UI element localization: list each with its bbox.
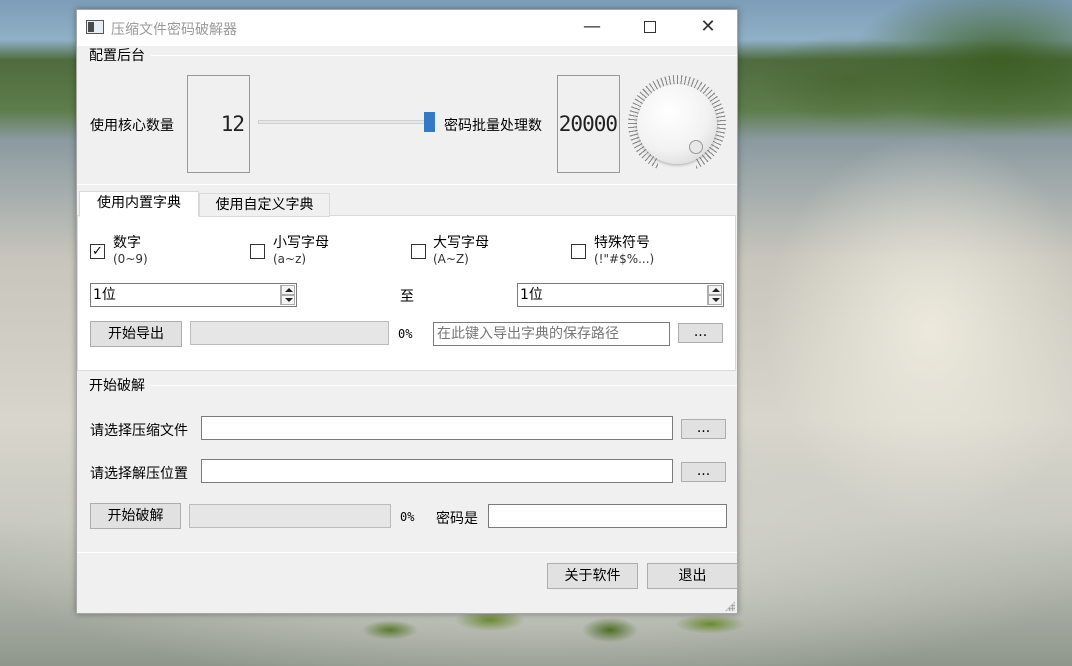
export-progress-text: 0% [398,327,413,341]
config-group-title: 配置后台 [89,48,145,64]
min-length-up-icon[interactable] [281,285,295,295]
digits-label: 数字 [113,235,141,251]
digits-range: (0~9) [113,252,148,266]
max-length-down-icon[interactable] [708,295,722,305]
min-length-down-icon[interactable] [281,295,295,305]
digits-checkbox[interactable]: ✓ [90,244,105,259]
resize-grip-icon[interactable] [725,601,735,611]
check-icon: ✓ [92,244,103,259]
config-group-line [151,55,737,56]
min-length-spinbox[interactable]: 1位 [90,283,297,307]
password-output[interactable] [488,504,727,528]
minimize-button[interactable]: — [563,10,621,46]
close-icon: ✕ [700,16,716,37]
range-to-label: 至 [400,289,414,305]
cores-label: 使用核心数量 [90,118,174,134]
cores-lcd-display: 12 [187,75,250,173]
batch-lcd-display: 20000 [557,75,620,173]
maximize-button[interactable] [621,10,679,46]
export-path-input[interactable]: 在此键入导出字典的保存路径 [433,322,670,346]
extract-browse-button[interactable]: ... [681,462,726,482]
special-range: (!"#$%...) [594,252,655,266]
password-label: 密码是 [436,511,478,527]
cores-slider-track[interactable] [258,120,432,124]
uppercase-label: 大写字母 [433,235,489,251]
uppercase-range: (A~Z) [433,252,469,266]
extract-label: 请选择解压位置 [90,466,188,482]
export-progress-bar [190,321,389,345]
uppercase-checkbox[interactable] [411,244,426,259]
lowercase-range: (a~z) [273,252,307,266]
app-icon [86,20,104,34]
crack-group-line [151,385,737,386]
crack-progress-text: 0% [400,510,415,524]
footer-divider [77,552,737,553]
export-browse-button[interactable]: ... [678,323,723,343]
dial-knob[interactable] [637,84,717,164]
tab-builtin-dict[interactable]: 使用内置字典 [79,191,199,217]
lowercase-label: 小写字母 [273,235,329,251]
config-divider [77,184,737,185]
batch-label: 密码批量处理数 [444,118,542,134]
max-length-spinbox[interactable]: 1位 [517,283,724,307]
exit-button[interactable]: 退出 [647,563,738,589]
crack-group-title: 开始破解 [89,378,145,394]
extract-path-input[interactable] [201,459,673,483]
special-option: 特殊符号 (!"#$%...) [594,235,654,267]
background-trees [740,0,1072,160]
cores-slider-handle[interactable] [424,112,435,132]
archive-label: 请选择压缩文件 [90,423,188,439]
archive-browse-button[interactable]: ... [681,419,726,439]
min-length-value: 1位 [93,287,116,303]
lowercase-checkbox[interactable] [250,244,265,259]
max-length-up-icon[interactable] [708,285,722,295]
maximize-icon [644,21,656,33]
start-export-button[interactable]: 开始导出 [90,321,182,347]
close-button[interactable]: ✕ [679,10,737,46]
archive-path-input[interactable] [201,416,673,440]
dial-indicator [689,140,703,154]
about-button[interactable]: 关于软件 [547,563,638,589]
minimize-icon: — [583,16,601,37]
batch-dial[interactable] [628,75,726,175]
lowercase-option: 小写字母 (a~z) [273,235,329,267]
crack-progress-bar [189,504,391,528]
special-checkbox[interactable] [571,244,586,259]
tab-custom-dict[interactable]: 使用自定义字典 [199,193,330,217]
uppercase-option: 大写字母 (A~Z) [433,235,489,267]
special-label: 特殊符号 [594,235,650,251]
app-window: 压缩文件密码破解器 — ✕ 配置后台 使用核心数量 12 密码批量处理数 200… [76,9,738,614]
title-bar[interactable]: 压缩文件密码破解器 — ✕ [77,10,737,46]
window-title: 压缩文件密码破解器 [111,22,237,38]
max-length-value: 1位 [520,287,543,303]
digits-option: 数字 (0~9) [113,235,148,267]
start-crack-button[interactable]: 开始破解 [90,503,181,529]
